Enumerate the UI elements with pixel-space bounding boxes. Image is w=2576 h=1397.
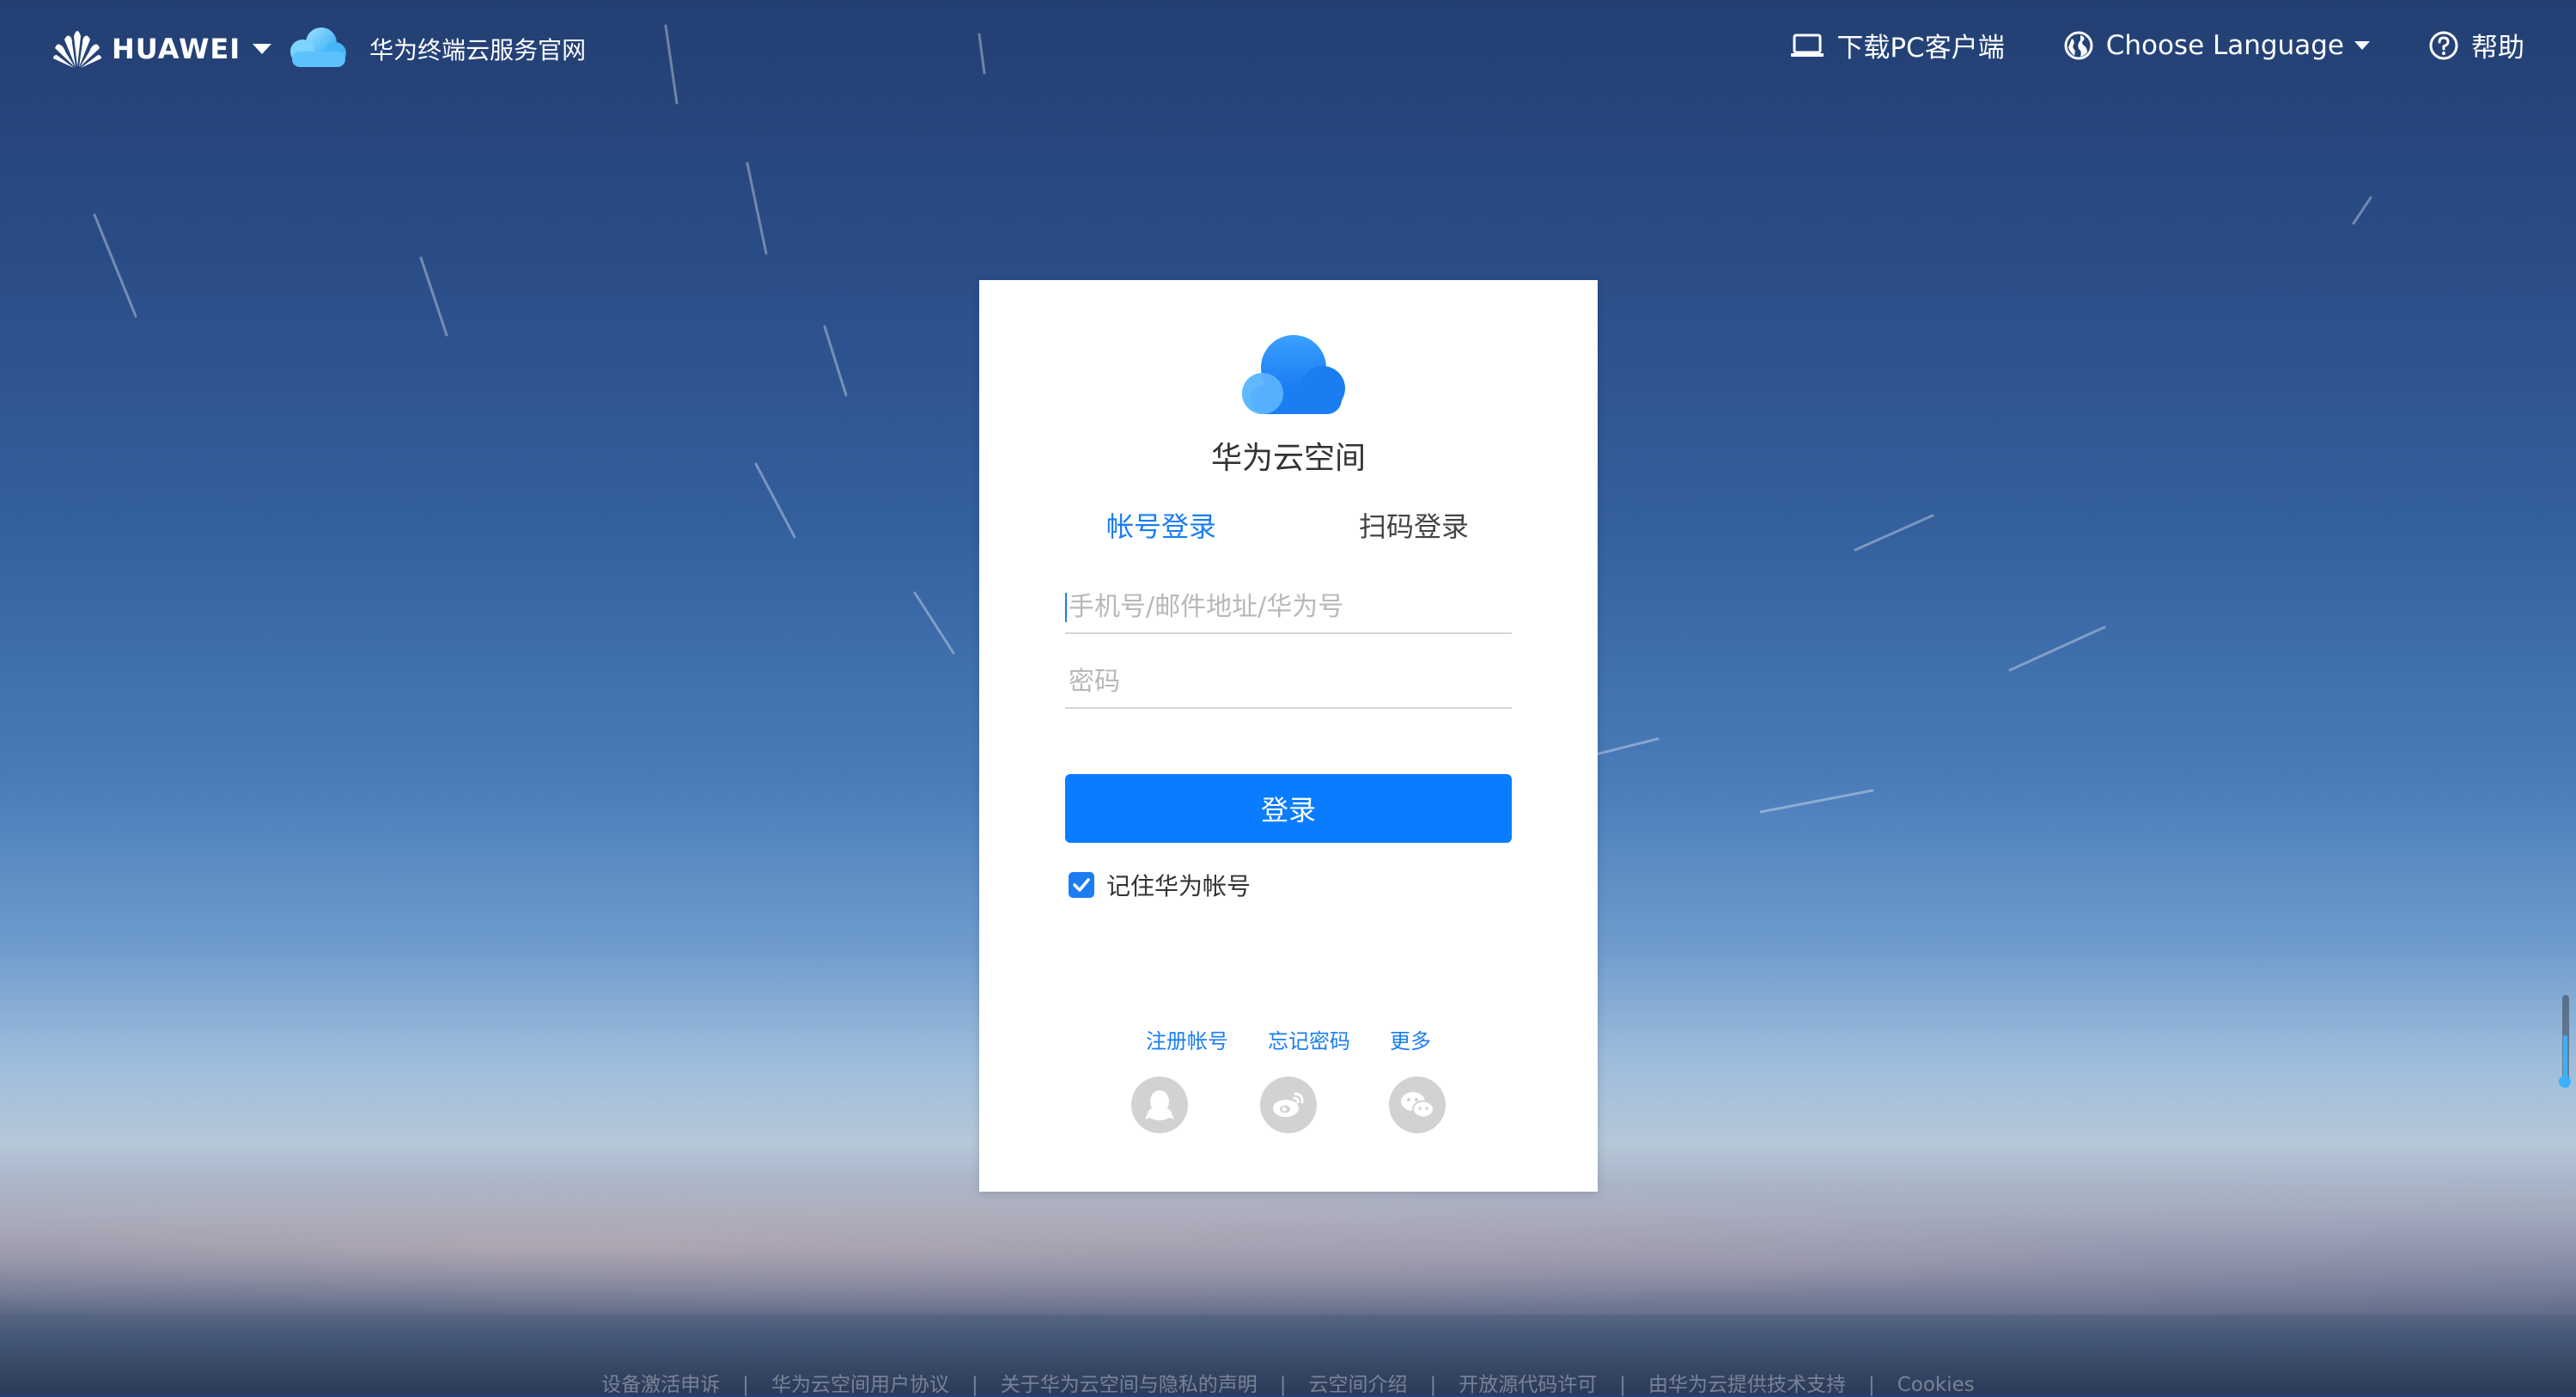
remember-account[interactable]: 记住华为帐号: [1069, 868, 1251, 902]
register-link[interactable]: 注册帐号: [1146, 1024, 1228, 1054]
footer-link-cookies[interactable]: Cookies: [1897, 1374, 1975, 1396]
cloud-logo-icon: [283, 26, 349, 72]
top-nav: 下载PC客户端 Choose Language 帮助: [1790, 26, 2524, 64]
footer-separator: |: [1619, 1374, 1626, 1396]
wechat-login-button[interactable]: [1389, 1077, 1446, 1133]
chevron-down-icon: [2354, 40, 2370, 50]
forgot-password-link[interactable]: 忘记密码: [1268, 1024, 1350, 1054]
scroll-handle[interactable]: [2559, 1076, 2571, 1088]
footer-link-device-appeal[interactable]: 设备激活申诉: [601, 1374, 720, 1396]
laptop-icon: [1791, 34, 1824, 57]
account-links: 注册帐号 忘记密码 更多: [979, 1024, 1598, 1054]
footer-link-intro[interactable]: 云空间介绍: [1308, 1374, 1407, 1396]
wechat-icon: [1401, 1092, 1434, 1119]
login-button[interactable]: 登录: [1065, 774, 1512, 843]
password-input[interactable]: [1065, 656, 1515, 707]
qq-icon: [1145, 1090, 1174, 1120]
brand-name: HUAWEI: [112, 33, 241, 65]
username-input[interactable]: [1065, 581, 1515, 632]
brand[interactable]: HUAWEI 华为终端云服务官网: [52, 26, 586, 72]
tab-account-login[interactable]: 帐号登录: [1106, 505, 1216, 545]
huawei-logo-icon: [52, 29, 103, 69]
more-link[interactable]: 更多: [1390, 1024, 1431, 1054]
footer-separator: |: [971, 1374, 978, 1396]
site-title[interactable]: 华为终端云服务官网: [369, 32, 586, 66]
language-label: Choose Language: [2105, 29, 2344, 61]
social-login: [979, 1077, 1598, 1133]
login-title: 华为云空间: [1210, 441, 1366, 476]
huawei-cloud-logo-icon: [1228, 332, 1349, 421]
tab-qr-login[interactable]: 扫码登录: [1359, 505, 1469, 545]
footer-link-open-source[interactable]: 开放源代码许可: [1459, 1374, 1597, 1396]
help-link[interactable]: 帮助: [2428, 26, 2524, 64]
password-field: [1065, 656, 1515, 709]
footer-link-privacy[interactable]: 关于华为云空间与隐私的声明: [1001, 1374, 1258, 1396]
footer-links: 设备激活申诉 | 华为云空间用户协议 | 关于华为云空间与隐私的声明 | 云空间介绍 | 开放源…: [0, 1368, 2576, 1397]
footer-separator: |: [1279, 1374, 1287, 1396]
checkmark-icon: [1073, 878, 1090, 892]
help-icon: [2429, 31, 2458, 59]
globe-icon: [2064, 31, 2093, 59]
footer-separator: |: [1867, 1374, 1875, 1396]
download-label: 下载PC客户端: [1836, 33, 2005, 64]
footer-separator: |: [742, 1374, 749, 1396]
login-tabs: 帐号登录 扫码登录: [979, 505, 1598, 548]
chevron-down-icon[interactable]: [253, 44, 272, 54]
login-card: 华为云空间 帐号登录 扫码登录 登录 记住华为帐号 注册帐号 忘记密码 更多: [979, 280, 1598, 1192]
footer-link-user-agreement[interactable]: 华为云空间用户协议: [771, 1374, 949, 1396]
language-selector[interactable]: Choose Language: [2063, 30, 2370, 61]
help-label: 帮助: [2471, 33, 2524, 64]
download-pc-client-link[interactable]: 下载PC客户端: [1790, 26, 2005, 64]
weibo-icon: [1273, 1092, 1304, 1117]
remember-label: 记住华为帐号: [1106, 872, 1251, 900]
footer-link-tech-support[interactable]: 由华为云提供技术支持: [1648, 1374, 1846, 1396]
remember-checkbox[interactable]: [1069, 872, 1094, 898]
footer-separator: |: [1429, 1374, 1437, 1396]
top-bar: HUAWEI 华为终端云服务官网 下载PC客户端 Choose Language…: [0, 0, 2576, 95]
scroll-thumb[interactable]: [2563, 1035, 2567, 1080]
username-field: [1065, 581, 1515, 634]
qq-login-button[interactable]: [1131, 1077, 1188, 1133]
weibo-login-button[interactable]: [1260, 1077, 1317, 1133]
